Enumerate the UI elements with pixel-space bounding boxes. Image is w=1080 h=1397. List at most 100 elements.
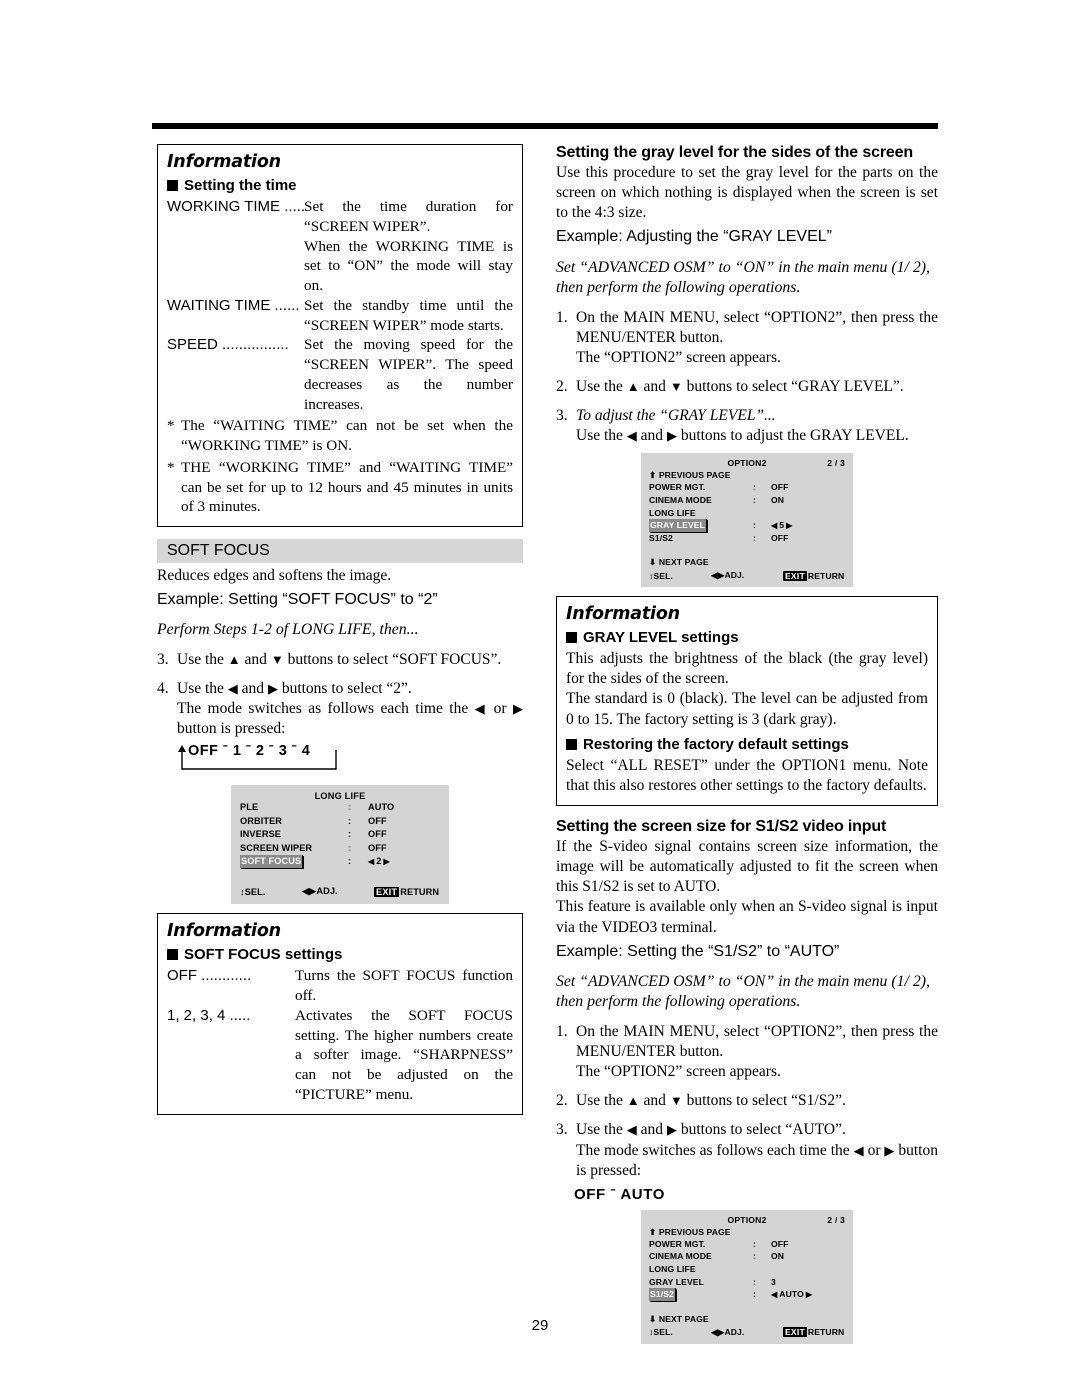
step-3: 3. Use the ▲ and ▼ buttons to select “SO… — [157, 650, 523, 670]
osd-previous-page[interactable]: ⬆ PREVIOUS PAGE — [649, 1227, 845, 1238]
osd-row-key: CINEMA MODE — [649, 494, 712, 505]
step-1: 1. On the MAIN MENU, select “OPTION2”, t… — [556, 308, 938, 368]
osd-row-adjust-value[interactable]: ◀ 5 ▶ — [771, 519, 792, 532]
step-text-main: On the MAIN MENU, select “OPTION2”, then… — [576, 1022, 938, 1061]
adjust-right-icon[interactable]: ▶ — [786, 520, 792, 532]
osd-row[interactable]: CINEMA MODE : ON — [649, 1250, 845, 1263]
step-text-italic: To adjust the “GRAY LEVEL”... — [576, 407, 776, 425]
step-number: 2. — [556, 1092, 568, 1110]
osd-previous-page-label: PREVIOUS PAGE — [658, 470, 731, 481]
osd-footer-return-label: RETURN — [400, 886, 440, 897]
manual-page: Information Setting the time WORKING TIM… — [0, 0, 1080, 1397]
step-text-pre: Use the — [576, 427, 627, 445]
definition-row: WORKING TIME ..... Set the time duration… — [167, 197, 513, 237]
footnote: * The “WAITING TIME” can not be set when… — [167, 416, 513, 456]
arrow-down-icon: ▼ — [669, 379, 683, 395]
step-number: 1. — [556, 308, 568, 326]
osd-row-colon: : — [753, 532, 756, 543]
arrow-left-icon: ◀ — [474, 701, 488, 717]
osd-footer-adjust: ◀▶ADJ. — [711, 570, 783, 581]
adjust-right-icon[interactable]: ▶ — [383, 856, 389, 868]
osd-previous-page-label: PREVIOUS PAGE — [658, 1226, 731, 1237]
osd-previous-page[interactable]: ⬆ PREVIOUS PAGE — [649, 470, 845, 481]
osd-row[interactable]: LONG LIFE — [649, 1263, 845, 1276]
osd-row[interactable]: CINEMA MODE : ON — [649, 494, 845, 507]
osd-row[interactable]: GRAY LEVEL : 3 — [649, 1276, 845, 1289]
osd-footer-adjust-label: ADJ. — [316, 886, 338, 897]
definition-continuation: When the WORKING TIME is set to “ON” the… — [304, 237, 513, 295]
arrow-right-icon: ▶ — [267, 680, 278, 696]
osd-page-indicator: 2 / 3 — [827, 1214, 845, 1225]
osd-row-key: LONG LIFE — [649, 507, 696, 518]
step-text-mid: and — [636, 427, 667, 445]
osd-row-key: INVERSE — [240, 829, 282, 840]
bullet-square-icon — [167, 949, 178, 961]
adjust-left-icon[interactable]: ◀ — [771, 1289, 777, 1301]
osd-row-selected[interactable]: SOFT FOCUS : ◀ 2 ▶ — [240, 855, 440, 869]
step-text-post: buttons to select “AUTO”. — [676, 1121, 846, 1139]
step-text: Use the ▲ and ▼ buttons to select “S1/S2… — [576, 1091, 938, 1111]
step-text-mid: and — [639, 1092, 670, 1110]
adjust-right-icon[interactable]: ▶ — [806, 1289, 812, 1301]
information-box-gray-level-settings: Information GRAY LEVEL settings This adj… — [556, 596, 938, 807]
header-rule — [152, 123, 938, 129]
osd-row-adjust-value[interactable]: ◀ 2 ▶ — [368, 855, 390, 868]
adjust-left-icon[interactable]: ◀ — [771, 520, 777, 532]
bullet-square-icon — [167, 180, 178, 191]
definition-text: Set the moving speed for the “SCREEN WIP… — [304, 336, 513, 413]
osd-next-page[interactable]: ⬇ NEXT PAGE — [649, 557, 845, 568]
osd-row-key: SCREEN WIPER — [240, 842, 313, 853]
information-body-text: The standard is 0 (black). The level can… — [566, 690, 928, 728]
arrow-right-icon: ▶ — [666, 428, 677, 444]
osd-row[interactable]: SCREEN WIPER : OFF — [240, 842, 440, 855]
osd-row-selected[interactable]: S1/S2 : ◀ AUTO ▶ — [649, 1288, 845, 1301]
step-text-secondary: The “OPTION2” screen appears. — [576, 348, 781, 366]
osd-page-indicator: 2 / 3 — [827, 458, 845, 469]
osd-row-value: AUTO — [368, 802, 395, 813]
information-subheading-label: Restoring the factory default settings — [583, 735, 849, 753]
definition-text: Activates the SOFT FOCUS setting. The hi… — [295, 1006, 513, 1103]
step-text: Use the ▲ and ▼ buttons to select “SOFT … — [177, 650, 523, 670]
section-intro-text: Reduces edges and softens the image. — [157, 567, 392, 584]
step-text-pre: Use the — [177, 650, 228, 668]
osd-row-adjust-value[interactable]: ◀ AUTO ▶ — [771, 1288, 812, 1301]
step-text: On the MAIN MENU, select “OPTION2”, then… — [576, 1022, 938, 1082]
osd-row-selected[interactable]: GRAY LEVEL : ◀ 5 ▶ — [649, 519, 845, 532]
osd-row-colon: : — [348, 842, 352, 853]
step-number: 3. — [556, 407, 568, 425]
osd-row[interactable]: LONG LIFE — [649, 507, 845, 520]
osd-row-colon: : — [753, 494, 756, 505]
step-text-secondary: The “OPTION2” screen appears. — [576, 1063, 781, 1081]
osd-row[interactable]: S1/S2 : OFF — [649, 532, 845, 545]
asterisk-icon: * — [167, 417, 175, 435]
adjust-left-icon[interactable]: ◀ — [368, 856, 374, 868]
information-body-text: This adjusts the brightness of the black… — [566, 650, 928, 688]
osd-row-value: 3 — [771, 1276, 776, 1287]
osd-row[interactable]: ORBITER : OFF — [240, 815, 440, 828]
step-text-line2b: or — [863, 1141, 885, 1159]
osd-row-key: ORBITER — [240, 815, 283, 826]
arrow-up-small-icon: ⬆ — [649, 1226, 657, 1237]
osd-row[interactable]: POWER MGT. : OFF — [649, 481, 845, 494]
osd-row[interactable]: PLE : AUTO — [240, 801, 440, 814]
osd-title-label: OPTION2 — [727, 1214, 767, 1225]
arrow-up-icon: ▲ — [227, 651, 241, 667]
mode-cycle-diagram-s1s2: OFF ˉ AUTO — [574, 1185, 665, 1203]
osd-row-colon: : — [753, 1289, 756, 1300]
osd-row[interactable]: POWER MGT. : OFF — [649, 1238, 845, 1251]
osd-row[interactable]: INVERSE : OFF — [240, 828, 440, 841]
arrow-left-icon: ◀ — [626, 428, 637, 444]
exit-button-chip[interactable]: EXIT — [783, 570, 807, 581]
osd-footer-select-label: SEL. — [244, 886, 266, 897]
osd-row-value: OFF — [771, 532, 789, 543]
osd-row-colon: : — [348, 856, 352, 867]
section-heading-gray-level: Setting the gray level for the sides of … — [556, 144, 914, 161]
exit-button-chip[interactable]: EXIT — [374, 886, 400, 897]
mode-cycle-diagram: OFF ˉ 1 ˉ 2 ˉ 3 ˉ 4 — [175, 743, 375, 775]
page-number: 29 — [531, 1317, 549, 1334]
step-text-line2a: The mode switches as follows each time t… — [576, 1141, 854, 1159]
arrow-right-icon: ▶ — [884, 1142, 895, 1158]
osd-spacer — [240, 868, 440, 884]
arrow-down-small-icon: ⬇ — [649, 557, 657, 568]
osd-row-key-wrap: S1/S2 — [649, 1288, 753, 1301]
